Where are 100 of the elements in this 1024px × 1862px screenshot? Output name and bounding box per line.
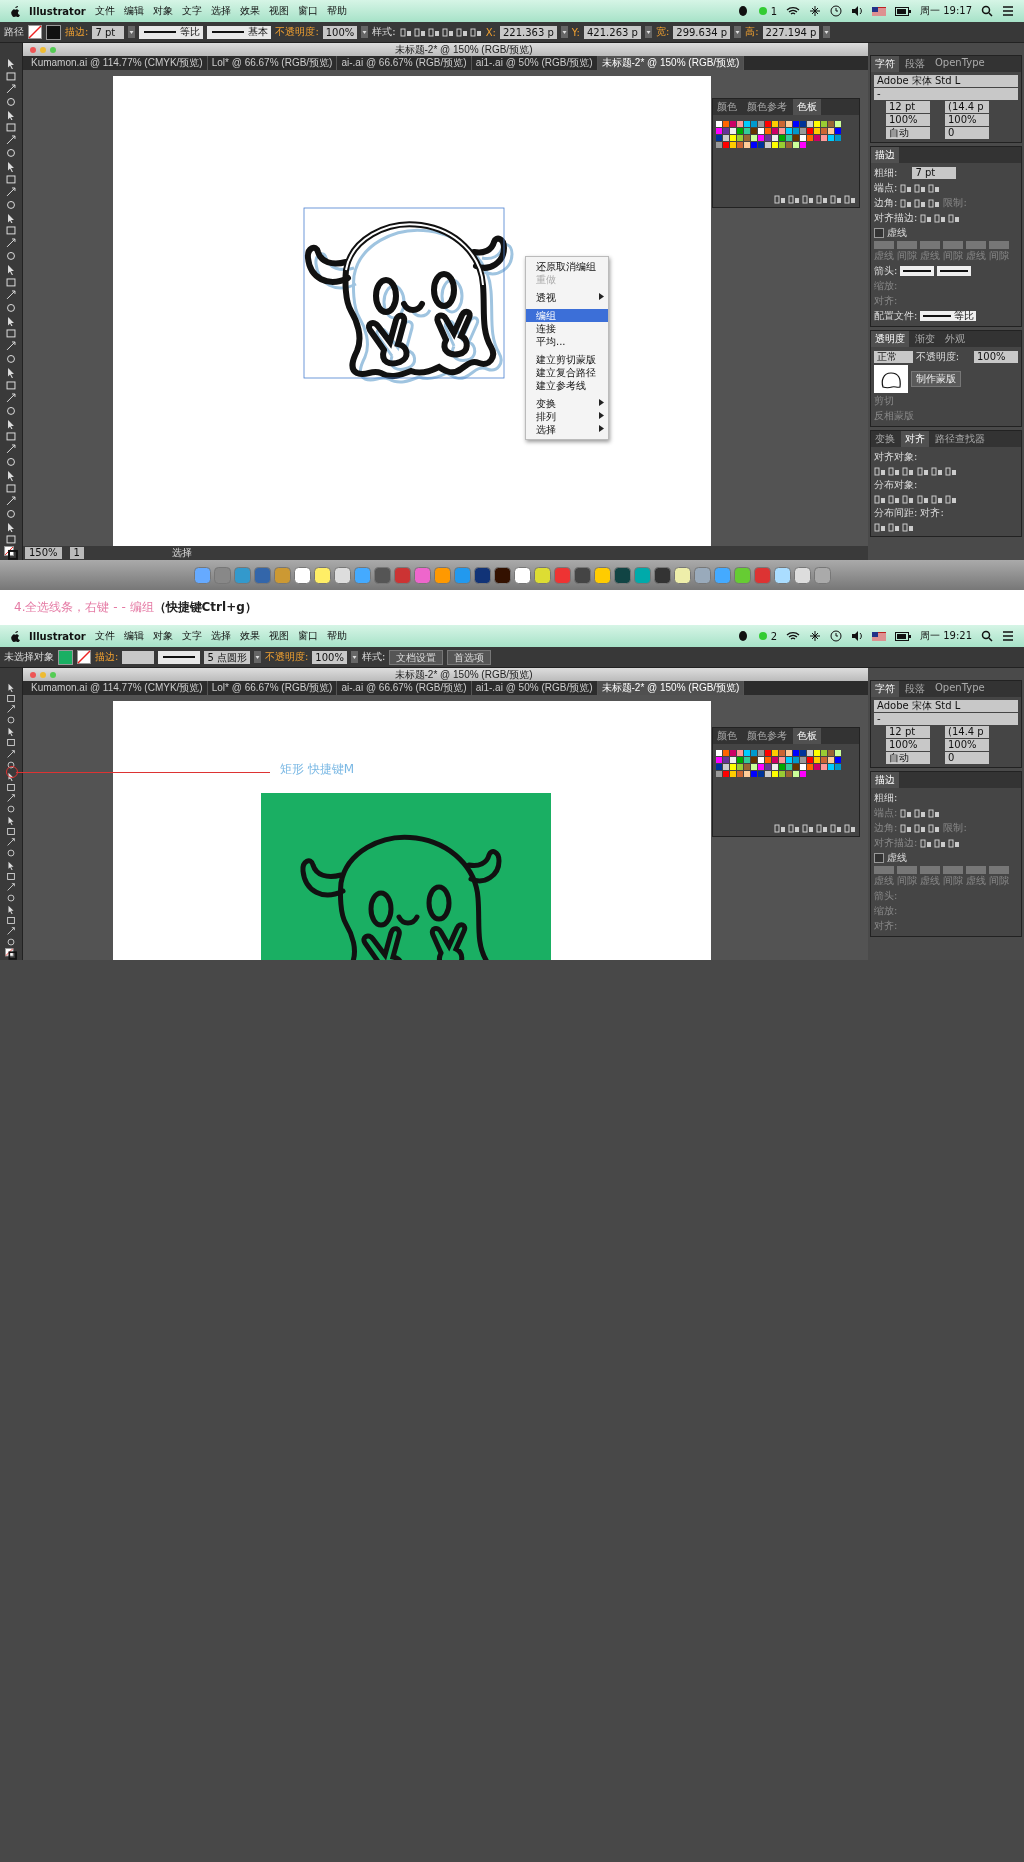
panel-tab[interactable]: 字符 (871, 56, 899, 72)
value-field[interactable]: 100% (886, 739, 930, 751)
panel-tab[interactable]: 颜色 (713, 728, 741, 744)
menu-item[interactable]: 文件 (94, 4, 115, 18)
value-field[interactable]: 自动 (886, 127, 930, 139)
value-field[interactable]: 421.263 p (584, 25, 641, 39)
panel-tab[interactable]: 颜色参考 (743, 99, 791, 115)
menu-item[interactable]: 帮助 (326, 629, 347, 643)
dash-field[interactable] (874, 866, 894, 874)
menu-item[interactable]: 建立参考线 (526, 379, 608, 392)
dash-field[interactable] (897, 241, 917, 249)
dash-field[interactable] (989, 241, 1009, 249)
value-field[interactable]: 299.634 p (673, 25, 731, 39)
menu-item[interactable]: 对象 (152, 629, 173, 643)
stroke-preview[interactable] (900, 266, 935, 276)
stroke-style-dropdown[interactable]: 等比 (139, 25, 204, 39)
link[interactable]: 描边: (95, 650, 119, 664)
link[interactable]: 描边: (65, 25, 89, 39)
panel-tab[interactable]: 颜色 (713, 99, 741, 115)
panel-tab[interactable]: 字符 (871, 681, 899, 697)
menu-item[interactable]: 选择 (526, 423, 608, 436)
checkbox[interactable] (874, 853, 884, 863)
panel-tab[interactable]: 路径查找器 (931, 431, 989, 447)
value-field[interactable]: (14.4 p (945, 101, 989, 113)
stroke-style-dropdown[interactable]: 基本 (207, 25, 272, 39)
mask-button[interactable]: 制作蒙版 (911, 371, 961, 387)
value-field[interactable]: 自动 (886, 752, 930, 764)
panel-tab[interactable]: 透明度 (871, 331, 909, 347)
menu-item[interactable]: 编辑 (123, 4, 144, 18)
dropdown[interactable]: - (874, 713, 1018, 725)
value-field[interactable]: 12 pt (886, 726, 930, 738)
link[interactable]: X: (485, 26, 496, 38)
value-field[interactable]: 7 pt (92, 25, 125, 39)
dash-field[interactable] (943, 866, 963, 874)
panel-tab[interactable]: 段落 (901, 681, 929, 697)
value-field[interactable]: 100% (886, 114, 930, 126)
link[interactable]: 高: (745, 25, 759, 39)
menu-item[interactable]: 编组 (526, 309, 608, 322)
menu-item[interactable]: 排列 (526, 410, 608, 423)
panel-tab[interactable]: 颜色参考 (743, 728, 791, 744)
value-field[interactable]: 0 (945, 752, 989, 764)
zoom-field[interactable]: 150% (25, 547, 62, 559)
menu-item[interactable]: 平均... (526, 335, 608, 348)
dash-field[interactable] (920, 241, 940, 249)
dash-field[interactable] (920, 866, 940, 874)
menu-item[interactable]: 透视 (526, 291, 608, 304)
menu-item[interactable]: 文字 (181, 629, 202, 643)
value-field[interactable]: 100% (322, 25, 358, 39)
panel-tab[interactable]: 段落 (901, 56, 929, 72)
value-field[interactable]: (14.4 p (945, 726, 989, 738)
color-swatch[interactable] (46, 24, 61, 40)
menu-item[interactable]: 帮助 (326, 4, 347, 18)
value-field[interactable] (122, 650, 155, 664)
panel-tab[interactable]: 变换 (871, 431, 899, 447)
value-field[interactable]: 0 (945, 127, 989, 139)
toolbar-button[interactable]: 首选项 (447, 649, 492, 665)
value-field[interactable]: 100% (945, 114, 989, 126)
stroke-preview[interactable] (937, 266, 972, 276)
menu-item[interactable]: 对象 (152, 4, 173, 18)
value-field[interactable]: 100% (974, 351, 1018, 363)
menu-item[interactable]: 窗口 (297, 4, 318, 18)
menu-item[interactable]: 变换 (526, 397, 608, 410)
menu-item[interactable]: 文字 (181, 4, 202, 18)
menu-item[interactable]: 建立复合路径 (526, 366, 608, 379)
dash-field[interactable] (897, 866, 917, 874)
dropdown[interactable]: Adobe 宋体 Std L (874, 700, 1018, 712)
stroke-preview[interactable]: 等比 (920, 311, 977, 321)
dash-field[interactable] (966, 866, 986, 874)
link[interactable]: 不透明度: (275, 25, 319, 39)
color-swatch[interactable] (58, 649, 73, 665)
value-field[interactable]: 7 pt (912, 167, 957, 179)
stroke-style-dropdown[interactable] (158, 650, 201, 664)
page-field[interactable]: 1 (69, 547, 84, 559)
panel-tab[interactable]: 描边 (871, 772, 899, 788)
menu-item[interactable]: 编辑 (123, 629, 144, 643)
value-field[interactable]: 5 点圆形 (204, 650, 250, 664)
dropdown[interactable]: - (874, 88, 1018, 100)
dash-field[interactable] (989, 866, 1009, 874)
dash-field[interactable] (874, 241, 894, 249)
panel-tab[interactable]: 外观 (941, 331, 969, 347)
value-field[interactable]: 12 pt (886, 101, 930, 113)
menu-item[interactable]: 效果 (239, 4, 260, 18)
panel-tab[interactable]: 渐变 (911, 331, 939, 347)
panel-tab[interactable]: 色板 (793, 99, 821, 115)
panel-tab[interactable]: OpenType (931, 56, 989, 72)
menu-item[interactable]: 建立剪切蒙版 (526, 353, 608, 366)
menu-item[interactable]: 连接 (526, 322, 608, 335)
menu-item[interactable]: 窗口 (297, 629, 318, 643)
dash-field[interactable] (943, 241, 963, 249)
panel-tab[interactable]: 对齐 (901, 431, 929, 447)
menu-item[interactable]: 视图 (268, 629, 289, 643)
panel-tab[interactable]: OpenType (931, 681, 989, 697)
link[interactable]: 不透明度: (264, 650, 309, 664)
checkbox[interactable] (874, 228, 884, 238)
value-field[interactable]: 227.194 p (762, 25, 820, 39)
app-menu[interactable]: Illustrator (29, 630, 86, 642)
dropdown[interactable]: Adobe 宋体 Std L (874, 75, 1018, 87)
menu-item[interactable]: 文件 (94, 629, 115, 643)
menu-item[interactable]: 效果 (239, 629, 260, 643)
menu-item[interactable]: 视图 (268, 4, 289, 18)
